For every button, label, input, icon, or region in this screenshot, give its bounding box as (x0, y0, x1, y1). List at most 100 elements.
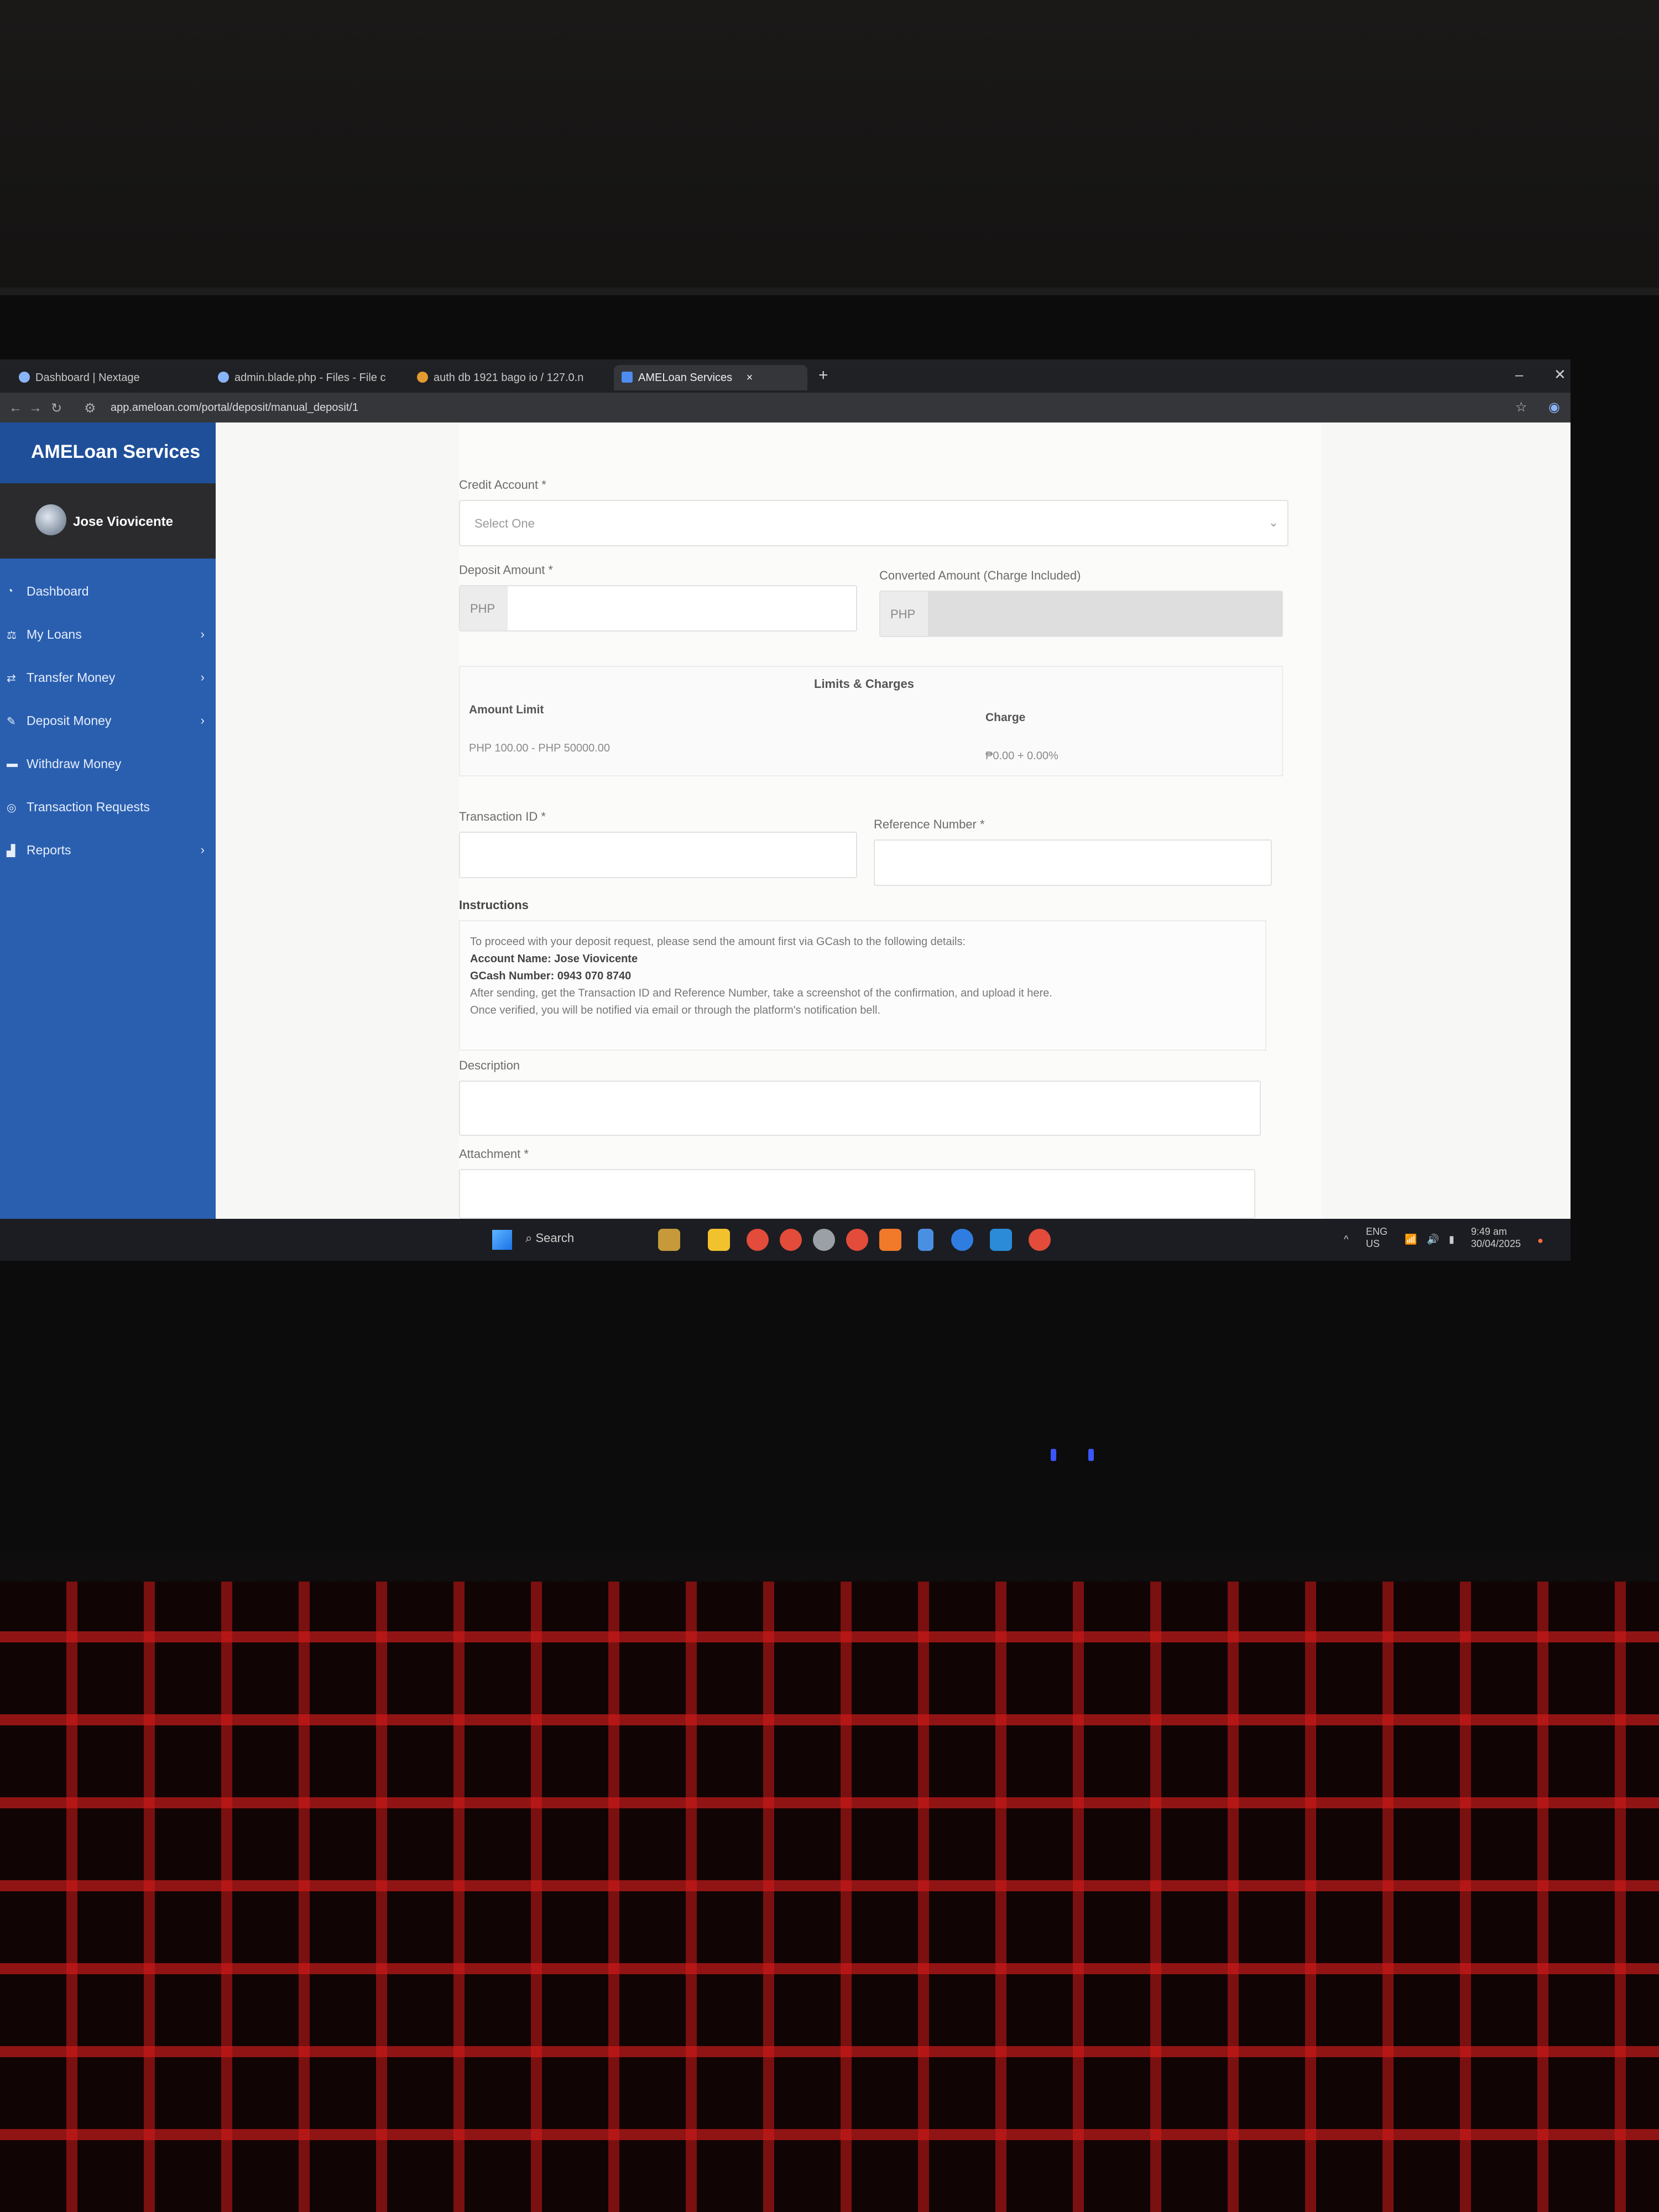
back-icon[interactable]: ← (9, 400, 22, 416)
forward-icon[interactable]: → (29, 400, 42, 416)
new-tab-button[interactable]: + (818, 366, 828, 385)
credit-account-value: Select One (474, 517, 535, 530)
sidebar-item-label: Transfer Money (27, 670, 116, 685)
sidebar-item-my-loans[interactable]: ⚖ My Loans › (0, 613, 216, 656)
brand-title[interactable]: AMELoan Services (0, 422, 216, 483)
app-icon[interactable] (951, 1229, 973, 1251)
settings-icon[interactable] (813, 1229, 835, 1251)
bookmark-star-icon[interactable]: ☆ (1515, 399, 1527, 415)
notification-icon[interactable]: ● (1537, 1234, 1543, 1246)
tray-chevron-up-icon[interactable]: ^ (1344, 1233, 1348, 1245)
converted-amount-input: PHP (879, 591, 1283, 637)
status-led-1 (1051, 1449, 1056, 1461)
deposit-amount-input[interactable]: PHP (459, 585, 857, 632)
requests-icon: ◎ (7, 802, 17, 814)
dashboard-icon: ◔ (7, 585, 14, 597)
description-input[interactable] (459, 1081, 1261, 1136)
search-label: Search (535, 1231, 575, 1245)
amount-limit-header: Amount Limit (469, 703, 544, 716)
sidebar-menu: ◔ Dashboard ⚖ My Loans › ⇄ Transfer Money › ✎… (0, 559, 216, 872)
withdraw-icon: ▬ (7, 758, 18, 770)
sidebar-item-transaction-requests[interactable]: ◎ Transaction Requests (0, 785, 216, 828)
transfer-icon: ⇄ (7, 672, 16, 685)
chrome-icon[interactable] (1029, 1229, 1051, 1251)
chrome-icon[interactable] (780, 1229, 802, 1251)
status-led-2 (1088, 1449, 1094, 1461)
reload-icon[interactable]: ↻ (51, 400, 62, 416)
sidebar-item-label: Dashboard (27, 584, 89, 598)
transaction-id-label: Transaction ID * (459, 810, 546, 823)
browser-tab[interactable]: auth db 1921 bago io / 127.0.n (409, 365, 603, 390)
battery-icon[interactable]: ▮ (1449, 1233, 1454, 1245)
minimize-icon[interactable]: – (1515, 366, 1523, 383)
instructions-title: Instructions (459, 898, 529, 912)
attachment-input[interactable] (459, 1169, 1255, 1219)
profile-icon[interactable]: ◉ (1548, 399, 1560, 415)
account-name: Account Name: Jose Viovicente (470, 953, 638, 965)
site-info-icon[interactable]: ⚙ (84, 400, 96, 416)
currency-prefix: PHP (880, 592, 928, 636)
tab-title: AMELoan Services (638, 372, 733, 384)
sidebar-item-deposit-money[interactable]: ✎ Deposit Money › (0, 699, 216, 742)
wifi-icon[interactable]: 📶 (1405, 1233, 1417, 1245)
tab-favicon-icon (218, 372, 229, 383)
sidebar-item-label: Deposit Money (27, 713, 112, 728)
windows-start-icon[interactable] (492, 1230, 512, 1250)
sidebar-item-withdraw-money[interactable]: ▬ Withdraw Money (0, 742, 216, 785)
chevron-down-icon: ⌄ (1268, 515, 1279, 529)
user-panel: Jose Viovicente (0, 483, 216, 559)
taskbar-search[interactable]: ⌕ Search (525, 1231, 574, 1245)
vscode-icon[interactable] (990, 1229, 1012, 1251)
widgets-icon[interactable] (658, 1229, 680, 1251)
clock[interactable]: 9:49 am 30/04/2025 (1471, 1225, 1521, 1250)
sidebar-item-label: Reports (27, 843, 71, 857)
avatar (35, 504, 66, 535)
sidebar: AMELoan Services Jose Viovicente ◔ Dashbo… (0, 422, 216, 1219)
windows-taskbar: ⌕ Search ^ ENG US 📶 🔊 ▮ 9:49 am 30/04/20… (0, 1219, 1571, 1261)
browser-tab[interactable]: admin.blade.php - Files - File c (210, 365, 404, 390)
date-label: 30/04/2025 (1471, 1238, 1521, 1249)
tab-favicon-icon (417, 372, 428, 383)
credit-account-select[interactable]: Select One ⌄ (459, 500, 1288, 546)
chevron-right-icon: › (200, 713, 205, 727)
close-window-icon[interactable]: ✕ (1554, 366, 1566, 383)
url-field[interactable]: app.ameloan.com/portal/deposit/manual_de… (111, 401, 358, 414)
tab-favicon-icon (622, 372, 633, 383)
chrome-icon[interactable] (846, 1229, 868, 1251)
credit-account-label: Credit Account * (459, 478, 546, 492)
browser-tab[interactable]: Dashboard | Nextage (11, 365, 199, 390)
sidebar-item-transfer-money[interactable]: ⇄ Transfer Money › (0, 656, 216, 699)
xampp-icon[interactable] (879, 1229, 901, 1251)
loans-icon: ⚖ (7, 629, 17, 641)
sidebar-item-label: My Loans (27, 627, 82, 641)
limits-charges-table: Limits & Charges Amount Limit Charge PHP… (459, 666, 1283, 776)
user-name: Jose Viovicente (73, 514, 173, 529)
amount-limit-value: PHP 100.00 - PHP 50000.00 (469, 742, 610, 754)
chevron-right-icon: › (200, 670, 205, 684)
language-label: ENG (1366, 1226, 1388, 1237)
charge-header: Charge (985, 711, 1026, 724)
currency-prefix: PHP (460, 586, 508, 630)
backlit-keyboard (0, 1582, 1659, 2212)
sidebar-item-dashboard[interactable]: ◔ Dashboard (0, 570, 216, 613)
instructions-text: Once verified, you will be notified via … (470, 1004, 880, 1016)
notepad-icon[interactable] (918, 1229, 933, 1251)
sidebar-item-reports[interactable]: ▟ Reports › (0, 828, 216, 872)
volume-icon[interactable]: 🔊 (1427, 1233, 1439, 1245)
language-indicator[interactable]: ENG US (1366, 1225, 1387, 1250)
deposit-amount-label: Deposit Amount * (459, 563, 553, 577)
reference-number-input[interactable] (874, 839, 1272, 886)
close-tab-icon[interactable]: × (747, 372, 753, 384)
time-label: 9:49 am (1471, 1226, 1507, 1237)
file-explorer-icon[interactable] (708, 1229, 730, 1251)
tab-title: admin.blade.php - Files - File c (234, 372, 386, 384)
background-wall (0, 0, 1659, 310)
chevron-right-icon: › (200, 627, 205, 641)
transaction-id-input[interactable] (459, 832, 857, 878)
browser-tab-active[interactable]: AMELoan Services × (614, 365, 807, 390)
chrome-icon[interactable] (747, 1229, 769, 1251)
laptop-screen: Dashboard | Nextage admin.blade.php - Fi… (0, 359, 1571, 1261)
tab-title: Dashboard | Nextage (35, 372, 140, 384)
tab-title: auth db 1921 bago io / 127.0.n (434, 372, 584, 384)
reports-icon: ▟ (7, 845, 15, 857)
